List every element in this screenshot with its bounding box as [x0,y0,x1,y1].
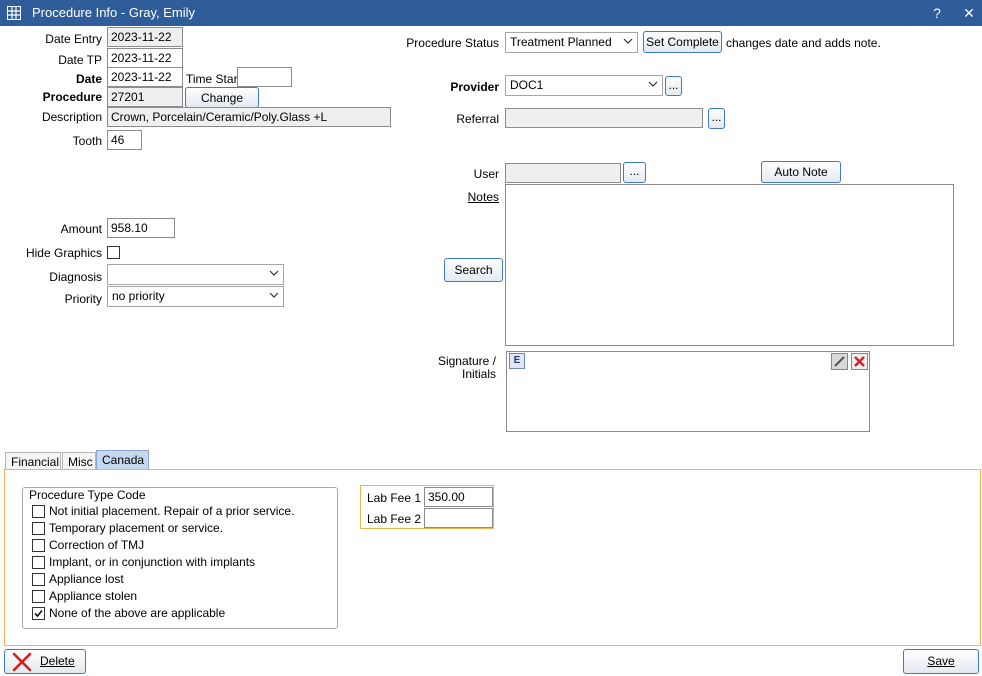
referral-field [505,108,703,128]
provider-picker-button[interactable]: ... [665,76,682,96]
signature-topaz-icon[interactable]: E [509,353,525,369]
notes-label: Notes [467,190,499,204]
amount-field[interactable]: 958.10 [107,218,175,238]
referral-picker-button[interactable]: ... [708,108,725,129]
procedure-type-checkbox[interactable] [32,505,45,518]
chevron-down-icon [269,292,279,298]
hide-graphics-label: Hide Graphics [25,246,102,260]
date-label: Date [75,72,102,86]
window-title: Procedure Info - Gray, Emily [32,5,196,20]
signature-edit-icon[interactable] [831,353,848,370]
procedure-type-checkbox[interactable] [32,539,45,552]
user-picker-button[interactable]: ... [623,162,646,183]
title-bar: Procedure Info - Gray, Emily ? ✕ [0,0,982,26]
date-entry-field: 2023-11-22 [107,27,183,47]
lab-fee-1-field[interactable]: 350.00 [424,487,493,507]
signature-box[interactable] [506,351,870,432]
close-icon[interactable]: ✕ [956,1,982,25]
delete-x-icon [12,652,32,672]
signature-clear-icon[interactable] [851,353,868,370]
procedure-code-field: 27201 [107,87,183,107]
set-complete-note: changes date and adds note. [726,36,881,50]
time-start-field[interactable] [237,67,292,87]
signature-label-line1: Signature / [437,354,496,368]
procedure-status-label: Procedure Status [406,36,499,50]
provider-dropdown[interactable]: DOC1 [505,75,663,96]
priority-label: Priority [64,292,102,306]
procedure-status-dropdown[interactable]: Treatment Planned [505,32,638,53]
procedure-type-code-title: Procedure Type Code [29,488,146,502]
provider-value: DOC1 [510,78,544,92]
date-entry-label: Date Entry [45,32,102,46]
user-label: User [473,167,499,181]
save-label: Save [927,654,955,668]
search-button[interactable]: Search [444,258,503,282]
procedure-type-checkbox[interactable] [32,522,45,535]
date-field[interactable]: 2023-11-22 [107,67,183,87]
amount-label: Amount [60,222,102,236]
procedure-type-checkbox[interactable] [32,573,45,586]
procedure-status-value: Treatment Planned [510,35,612,49]
app-grid-icon [7,6,21,20]
change-procedure-button[interactable]: Change [185,87,259,108]
procedure-type-option-label[interactable]: Appliance lost [49,572,124,586]
provider-label: Provider [450,80,499,94]
tab-misc[interactable]: Misc [62,452,96,470]
procedure-type-option-label[interactable]: Correction of TMJ [49,538,144,552]
procedure-label: Procedure [42,90,102,104]
chevron-down-icon [623,38,633,44]
procedure-type-checkbox[interactable] [32,556,45,569]
help-button[interactable]: ? [925,1,949,25]
save-button[interactable]: Save [903,649,979,674]
procedure-type-checkbox[interactable] [32,607,45,620]
tooth-label: Tooth [72,134,102,148]
procedure-type-option-label[interactable]: Not initial placement. Repair of a prior… [49,504,294,518]
time-start-label: Time Start [186,72,241,86]
user-field [505,163,621,183]
auto-note-button[interactable]: Auto Note [761,161,841,183]
referral-label: Referral [456,112,499,126]
set-complete-button[interactable]: Set Complete [643,31,722,53]
tab-canada[interactable]: Canada [96,450,149,470]
lab-fee-2-label: Lab Fee 2 [367,512,422,526]
delete-label: Delete [40,654,75,668]
description-field: Crown, Porcelain/Ceramic/Poly.Glass +L [107,107,391,127]
chevron-down-icon [648,81,658,87]
diagnosis-dropdown[interactable] [107,264,284,285]
hide-graphics-checkbox[interactable] [107,246,120,259]
description-label: Description [41,110,102,124]
lab-fee-1-label: Lab Fee 1 [367,491,422,505]
procedure-type-option-label[interactable]: None of the above are applicable [49,606,225,620]
date-tp-label: Date TP [58,53,102,67]
priority-value: no priority [112,289,165,303]
date-tp-field[interactable]: 2023-11-22 [107,48,183,68]
signature-label-line2: Initials [461,367,496,381]
delete-button[interactable]: Delete [4,649,86,674]
checkmark-icon [34,609,43,618]
tooth-field[interactable]: 46 [107,130,142,150]
notes-textarea[interactable] [505,184,954,346]
procedure-type-option-label[interactable]: Appliance stolen [49,589,137,603]
procedure-type-checkbox[interactable] [32,590,45,603]
chevron-down-icon [269,270,279,276]
lab-fee-2-field[interactable] [424,508,493,528]
tab-financial[interactable]: Financial [5,452,61,470]
procedure-type-option-label[interactable]: Implant, or in conjunction with implants [49,555,255,569]
priority-dropdown[interactable]: no priority [107,286,284,307]
procedure-type-option-label[interactable]: Temporary placement or service. [49,521,223,535]
diagnosis-label: Diagnosis [49,270,102,284]
